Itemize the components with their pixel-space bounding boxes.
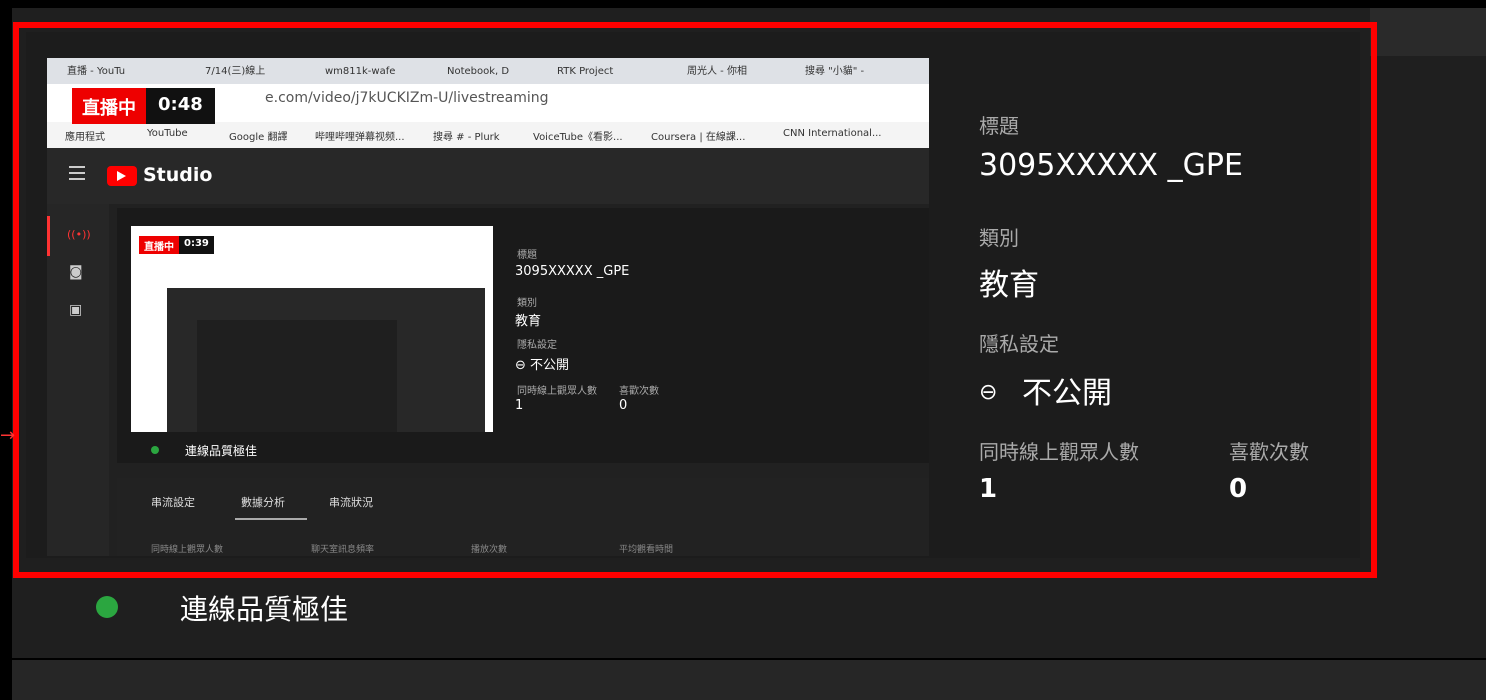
top-bar bbox=[1370, 8, 1486, 56]
status-dot-icon bbox=[96, 596, 118, 618]
arrow-icon: → bbox=[0, 425, 16, 446]
bottom-panel bbox=[12, 660, 1486, 700]
connection-quality: 連線品質極佳 bbox=[180, 593, 349, 626]
highlight-frame bbox=[13, 22, 1377, 578]
